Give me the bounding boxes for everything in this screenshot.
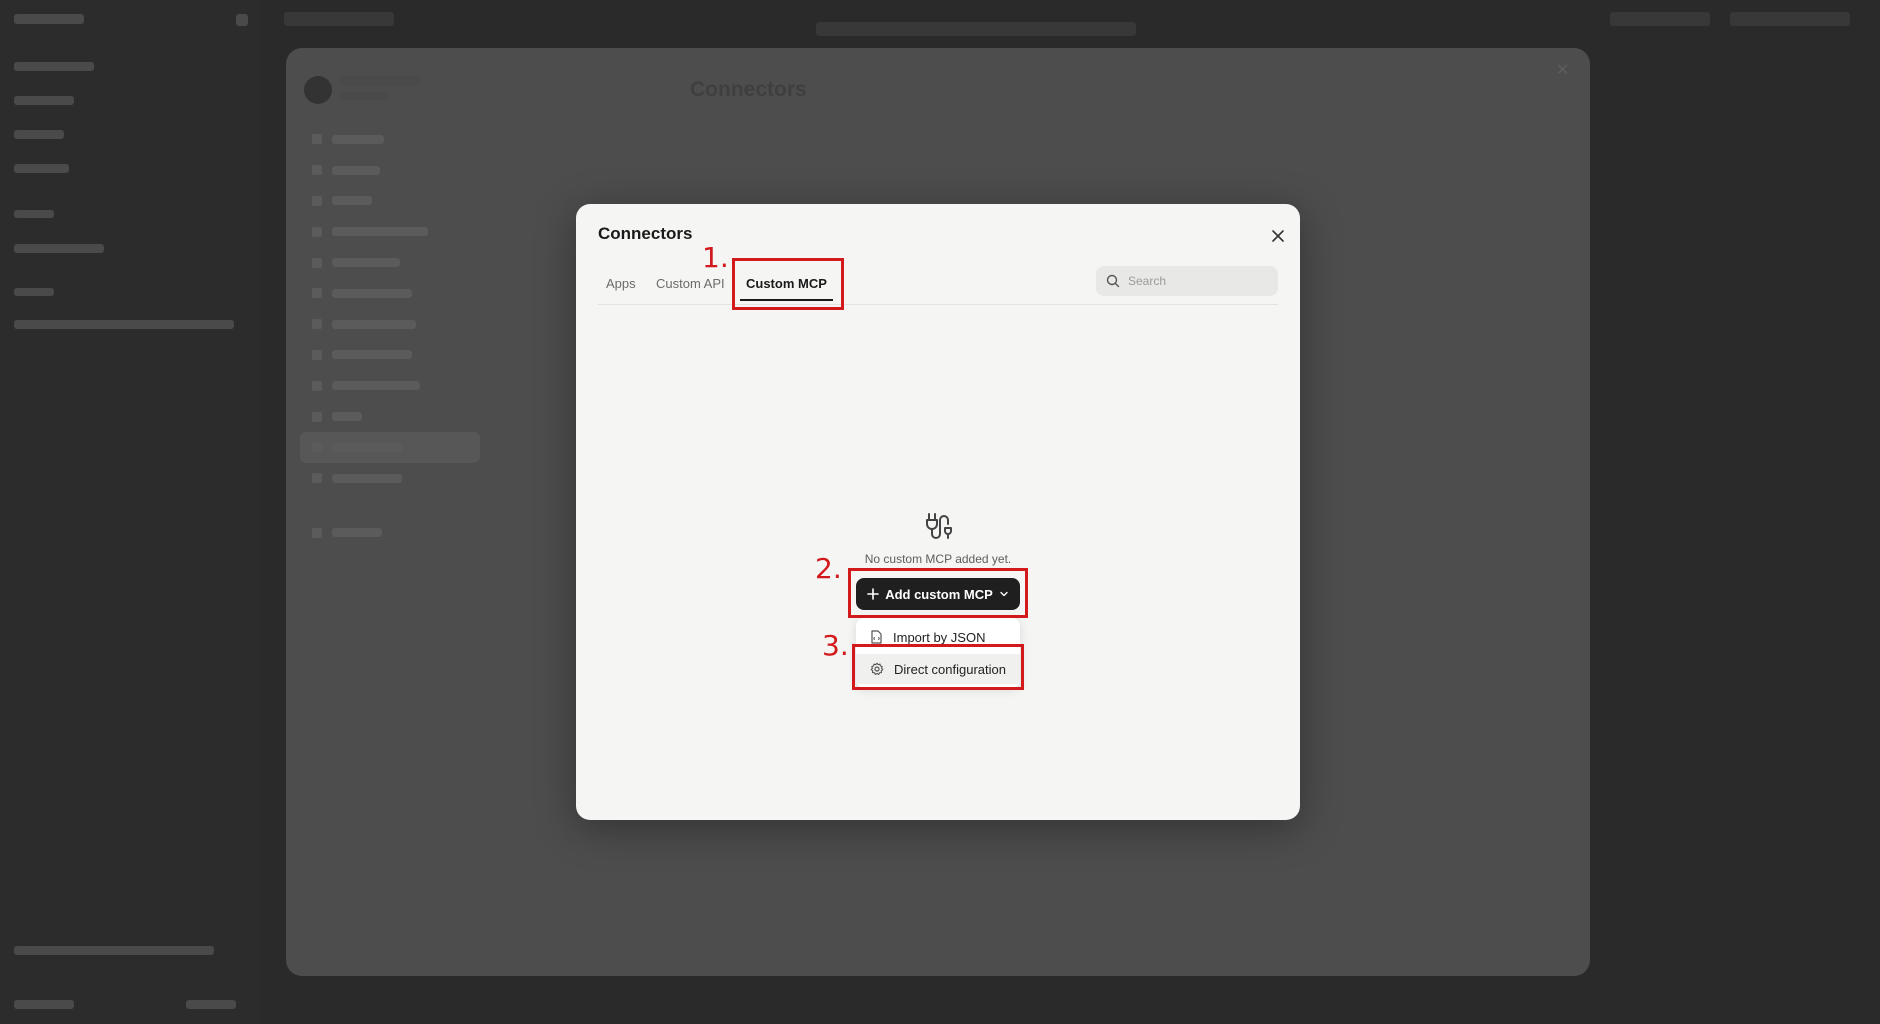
search-field[interactable] xyxy=(1096,266,1278,296)
annotation-step-1: 1. xyxy=(702,241,729,274)
search-icon xyxy=(1106,274,1120,288)
annotation-step-2: 2. xyxy=(815,552,842,585)
modal-title: Connectors xyxy=(598,224,693,243)
tab-custom-api[interactable]: Custom API xyxy=(656,276,725,301)
menu-item-label: Import by JSON xyxy=(893,629,986,645)
header-placeholder xyxy=(1730,12,1850,26)
annotation-box-direct-configuration xyxy=(852,644,1024,690)
header-placeholder xyxy=(1610,12,1710,26)
header-placeholder xyxy=(816,22,1136,36)
app-sidebar xyxy=(0,0,260,1024)
annotation-box-custom-mcp-tab xyxy=(732,258,844,310)
close-icon[interactable] xyxy=(1266,224,1290,248)
background-close-icon: ✕ xyxy=(1556,62,1570,79)
json-file-icon xyxy=(871,630,882,644)
background-page-title: Connectors xyxy=(690,78,807,101)
empty-state-message: No custom MCP added yet. xyxy=(864,552,1012,566)
annotation-step-3: 3. xyxy=(822,629,849,662)
tab-apps[interactable]: Apps xyxy=(606,276,636,301)
plug-connector-icon xyxy=(926,513,952,539)
annotation-box-add-button xyxy=(848,568,1028,618)
header-placeholder xyxy=(284,12,394,26)
connectors-modal: Connectors Apps Custom API Custom MCP No… xyxy=(576,204,1300,820)
search-input[interactable] xyxy=(1126,273,1270,289)
settings-nav xyxy=(300,70,480,548)
